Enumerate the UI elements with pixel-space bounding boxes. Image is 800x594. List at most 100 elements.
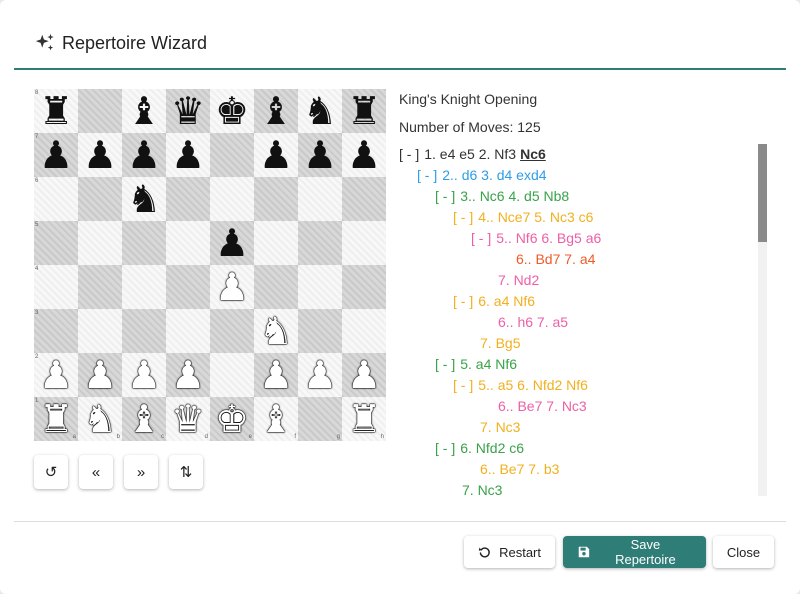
scrollbar-thumb[interactable] xyxy=(758,144,767,242)
square-b1[interactable]: b ♞ xyxy=(78,397,122,441)
move-line[interactable]: 7. Nc3 xyxy=(480,417,520,437)
black-rook-icon[interactable]: ♜ xyxy=(347,92,381,130)
white-pawn-icon[interactable]: ♟ xyxy=(127,356,161,394)
square-a5[interactable]: 5 xyxy=(34,221,78,265)
square-h2[interactable]: ♟ xyxy=(342,353,386,397)
move-text[interactable]: 6.. Be7 7. Nc3 xyxy=(498,398,587,414)
square-h3[interactable] xyxy=(342,309,386,353)
square-g5[interactable] xyxy=(298,221,342,265)
black-bishop-icon[interactable]: ♝ xyxy=(259,92,293,130)
square-b3[interactable] xyxy=(78,309,122,353)
square-f4[interactable] xyxy=(254,265,298,309)
move-line[interactable]: [ - ] 4.. Nce7 5. Nc3 c6 xyxy=(453,207,593,227)
black-pawn-icon[interactable]: ♟ xyxy=(215,224,249,262)
square-b2[interactable]: ♟ xyxy=(78,353,122,397)
square-g6[interactable] xyxy=(298,177,342,221)
square-b5[interactable] xyxy=(78,221,122,265)
square-g2[interactable]: ♟ xyxy=(298,353,342,397)
move-line[interactable]: [ - ] 1. e4 e5 2. Nf3 Nc6 xyxy=(399,144,546,164)
black-bishop-icon[interactable]: ♝ xyxy=(127,92,161,130)
square-e2[interactable] xyxy=(210,353,254,397)
move-text[interactable]: 5. a4 Nf6 xyxy=(460,356,517,372)
move-text[interactable]: 6.. Bd7 7. a4 xyxy=(516,251,595,267)
move-text[interactable]: 6.. h6 7. a5 xyxy=(498,314,568,330)
square-c6[interactable]: ♞ xyxy=(122,177,166,221)
square-e8[interactable]: ♚ xyxy=(210,89,254,133)
move-line[interactable]: [ - ] 6. a4 Nf6 xyxy=(453,291,535,311)
square-h7[interactable]: ♟ xyxy=(342,133,386,177)
square-h6[interactable] xyxy=(342,177,386,221)
move-text[interactable]: 6. Nfd2 c6 xyxy=(460,440,524,456)
white-pawn-icon[interactable]: ♟ xyxy=(215,268,249,306)
square-e1[interactable]: e ♚ xyxy=(210,397,254,441)
move-line[interactable]: 6.. Be7 7. b3 xyxy=(480,459,559,479)
next-move-button[interactable]: » xyxy=(124,455,158,489)
collapse-toggle[interactable]: [ - ] xyxy=(435,188,455,204)
square-d2[interactable]: ♟ xyxy=(166,353,210,397)
move-line[interactable]: [ - ] 3.. Nc6 4. d5 Nb8 xyxy=(435,186,569,206)
white-pawn-icon[interactable]: ♟ xyxy=(303,356,337,394)
black-pawn-icon[interactable]: ♟ xyxy=(171,136,205,174)
black-pawn-icon[interactable]: ♟ xyxy=(303,136,337,174)
move-line[interactable]: 7. Nc3 xyxy=(462,480,502,496)
move-line[interactable]: [ - ] 2.. d6 3. d4 exd4 xyxy=(417,165,547,185)
square-c8[interactable]: ♝ xyxy=(122,89,166,133)
square-c5[interactable] xyxy=(122,221,166,265)
move-line[interactable]: [ - ] 5. a4 Nf6 xyxy=(435,354,517,374)
move-text[interactable]: 1. e4 e5 2. Nf3 xyxy=(424,146,516,162)
black-pawn-icon[interactable]: ♟ xyxy=(347,136,381,174)
white-knight-icon[interactable]: ♞ xyxy=(259,312,293,350)
white-rook-icon[interactable]: ♜ xyxy=(347,400,381,438)
move-text[interactable]: 2.. d6 3. d4 exd4 xyxy=(442,167,546,183)
square-h5[interactable] xyxy=(342,221,386,265)
move-text[interactable]: 3.. Nc6 4. d5 Nb8 xyxy=(460,188,569,204)
flip-board-button[interactable]: ⇅ xyxy=(169,455,203,489)
square-b6[interactable] xyxy=(78,177,122,221)
square-f3[interactable]: ♞ xyxy=(254,309,298,353)
square-b4[interactable] xyxy=(78,265,122,309)
white-pawn-icon[interactable]: ♟ xyxy=(39,356,73,394)
move-line[interactable]: 6.. Be7 7. Nc3 xyxy=(498,396,587,416)
square-a8[interactable]: 8 ♜ xyxy=(34,89,78,133)
square-c2[interactable]: ♟ xyxy=(122,353,166,397)
square-d7[interactable]: ♟ xyxy=(166,133,210,177)
white-bishop-icon[interactable]: ♝ xyxy=(127,400,161,438)
move-text[interactable]: 5.. Nf6 6. Bg5 a6 xyxy=(496,230,601,246)
move-text[interactable]: 7. Nc3 xyxy=(480,419,520,435)
square-g3[interactable] xyxy=(298,309,342,353)
move-text[interactable]: 7. Bg5 xyxy=(480,335,520,351)
collapse-toggle[interactable]: [ - ] xyxy=(453,209,473,225)
square-e7[interactable] xyxy=(210,133,254,177)
square-d6[interactable] xyxy=(166,177,210,221)
black-pawn-icon[interactable]: ♟ xyxy=(83,136,117,174)
move-text[interactable]: 6. a4 Nf6 xyxy=(478,293,535,309)
square-d1[interactable]: d ♛ xyxy=(166,397,210,441)
move-line[interactable]: 7. Nd2 xyxy=(498,270,539,290)
black-knight-icon[interactable]: ♞ xyxy=(303,92,337,130)
move-text[interactable]: 6.. Be7 7. b3 xyxy=(480,461,559,477)
collapse-toggle[interactable]: [ - ] xyxy=(453,377,473,393)
square-a4[interactable]: 4 xyxy=(34,265,78,309)
square-f8[interactable]: ♝ xyxy=(254,89,298,133)
square-e6[interactable] xyxy=(210,177,254,221)
square-g1[interactable]: g xyxy=(298,397,342,441)
move-line[interactable]: 7. Bg5 xyxy=(480,333,520,353)
white-knight-icon[interactable]: ♞ xyxy=(83,400,117,438)
square-d3[interactable] xyxy=(166,309,210,353)
square-c3[interactable] xyxy=(122,309,166,353)
collapse-toggle[interactable]: [ - ] xyxy=(417,167,437,183)
move-text[interactable]: 7. Nd2 xyxy=(498,272,539,288)
white-pawn-icon[interactable]: ♟ xyxy=(347,356,381,394)
white-pawn-icon[interactable]: ♟ xyxy=(259,356,293,394)
black-pawn-icon[interactable]: ♟ xyxy=(259,136,293,174)
black-pawn-icon[interactable]: ♟ xyxy=(127,136,161,174)
move-text[interactable]: 7. Nc3 xyxy=(462,482,502,496)
white-bishop-icon[interactable]: ♝ xyxy=(259,400,293,438)
move-text[interactable]: 4.. Nce7 5. Nc3 c6 xyxy=(478,209,593,225)
square-g7[interactable]: ♟ xyxy=(298,133,342,177)
square-f5[interactable] xyxy=(254,221,298,265)
square-e3[interactable] xyxy=(210,309,254,353)
square-c4[interactable] xyxy=(122,265,166,309)
restart-button[interactable]: Restart xyxy=(464,536,555,568)
move-line[interactable]: 6.. Bd7 7. a4 xyxy=(516,249,595,269)
